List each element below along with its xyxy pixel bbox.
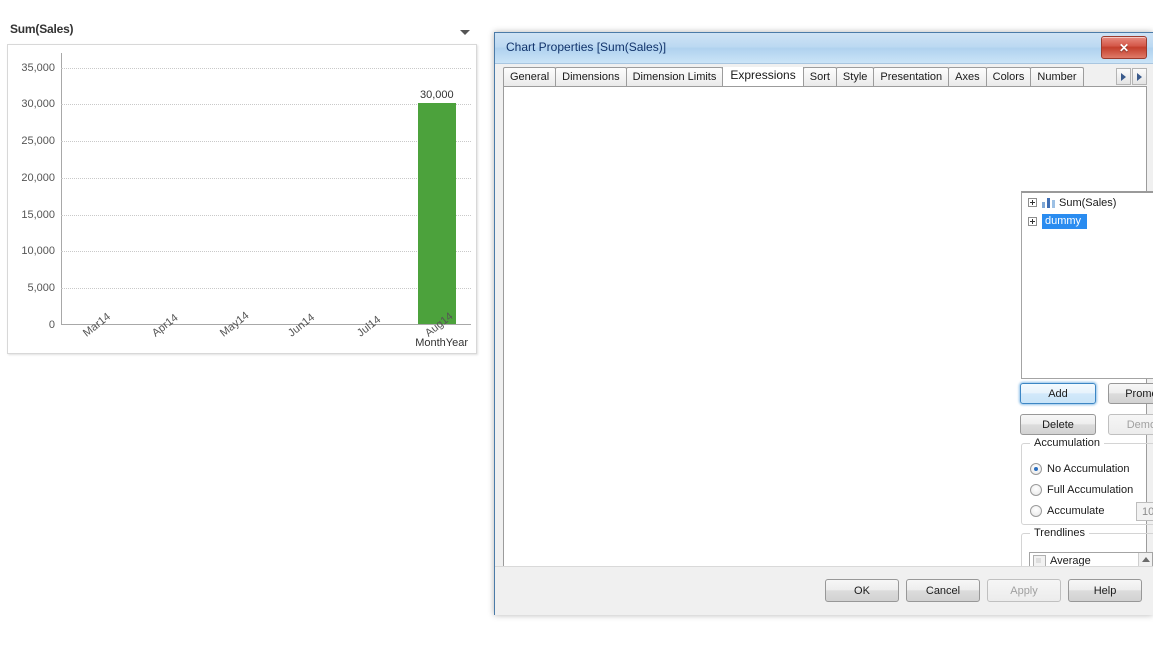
gridline bbox=[61, 288, 471, 290]
expand-icon[interactable] bbox=[1028, 198, 1037, 207]
tab-sort[interactable]: Sort bbox=[802, 67, 837, 86]
tab-scroll-left[interactable] bbox=[1116, 68, 1131, 85]
radio-full-accumulation[interactable]: Full Accumulation bbox=[1030, 484, 1133, 496]
chevron-left-icon bbox=[1121, 72, 1126, 81]
close-button[interactable]: ✕ bbox=[1101, 36, 1147, 59]
cancel-button[interactable]: Cancel bbox=[906, 579, 980, 602]
y-axis-tick-label: 35,000 bbox=[21, 61, 55, 74]
accumulation-title: Accumulation bbox=[1030, 437, 1105, 449]
expression-item-label: dummy bbox=[1042, 214, 1088, 229]
expression-item[interactable]: dummy bbox=[1022, 212, 1153, 231]
expression-item-label: Sum(Sales) bbox=[1059, 196, 1117, 209]
radio-label: Accumulate bbox=[1047, 505, 1105, 517]
apply-button[interactable]: Apply bbox=[987, 579, 1061, 602]
y-axis-tick-label: 20,000 bbox=[21, 171, 55, 184]
close-icon: ✕ bbox=[1118, 40, 1130, 55]
x-axis-line bbox=[61, 324, 471, 325]
help-button[interactable]: Help bbox=[1068, 579, 1142, 602]
y-axis-line bbox=[61, 53, 62, 325]
dialog-titlebar[interactable]: Chart Properties [Sum(Sales)] ✕ bbox=[495, 33, 1153, 64]
tabstrip: General Dimensions Dimension Limits Express… bbox=[503, 67, 1147, 105]
tab-number[interactable]: Number bbox=[1030, 67, 1084, 86]
x-axis-tick-label: Jul14 bbox=[354, 313, 383, 340]
y-axis-tick-label: 15,000 bbox=[21, 208, 55, 221]
expand-icon[interactable] bbox=[1028, 217, 1037, 226]
tab-presentation[interactable]: Presentation bbox=[873, 67, 950, 86]
y-axis-tick-label: 25,000 bbox=[21, 135, 55, 148]
radio-circle bbox=[1030, 463, 1042, 475]
tab-axes[interactable]: Axes bbox=[948, 67, 987, 86]
tab-dimensions[interactable]: Dimensions bbox=[555, 67, 627, 86]
chart-title: Sum(Sales) bbox=[10, 22, 74, 36]
tab-dimension-limits[interactable]: Dimension Limits bbox=[625, 67, 724, 86]
delete-button[interactable]: Delete bbox=[1020, 414, 1096, 435]
gridline bbox=[61, 141, 471, 143]
chart-properties-dialog: Chart Properties [Sum(Sales)] ✕ General D… bbox=[494, 32, 1153, 615]
bar-chart-icon bbox=[1042, 197, 1055, 208]
radio-no-accumulation[interactable]: No Accumulation bbox=[1030, 463, 1130, 475]
x-axis-tick-label: Jun14 bbox=[286, 311, 318, 340]
scroll-up-icon[interactable] bbox=[1141, 557, 1150, 562]
tab-style[interactable]: Style bbox=[835, 67, 875, 86]
chevron-right-icon bbox=[1137, 72, 1142, 81]
y-axis-tick-label: 30,000 bbox=[21, 98, 55, 111]
chart-frame: 0 5,000 10,000 15,000 20,000 25,000 30,000 35,0… bbox=[7, 44, 477, 354]
gridline bbox=[61, 177, 471, 179]
radio-label: No Accumulation bbox=[1047, 463, 1130, 475]
y-axis-tick-label: 5,000 bbox=[27, 282, 55, 295]
radio-label: Full Accumulation bbox=[1047, 484, 1134, 496]
tab-general[interactable]: General bbox=[503, 67, 557, 86]
dialog-title: Chart Properties [Sum(Sales)] bbox=[506, 40, 667, 54]
add-button[interactable]: Add bbox=[1020, 383, 1096, 404]
dialog-footer: OK Cancel Apply Help bbox=[495, 566, 1153, 615]
x-axis-title: MonthYear bbox=[415, 337, 468, 349]
expression-item[interactable]: Sum(Sales) bbox=[1022, 193, 1153, 212]
gridline bbox=[61, 214, 471, 216]
radio-circle bbox=[1030, 505, 1042, 517]
x-axis-tick-label: Apr14 bbox=[149, 311, 181, 340]
expression-list[interactable]: Sum(Sales) dummy bbox=[1021, 191, 1153, 379]
bar-value-label: 30,000 bbox=[420, 89, 454, 102]
tab-colors[interactable]: Colors bbox=[985, 67, 1032, 86]
bar[interactable] bbox=[418, 103, 456, 324]
radio-accumulate[interactable]: Accumulate bbox=[1030, 505, 1104, 517]
gridline bbox=[61, 67, 471, 69]
ok-button[interactable]: OK bbox=[825, 579, 899, 602]
promote-button[interactable]: Promote bbox=[1108, 383, 1153, 404]
y-axis-tick-label: 10,000 bbox=[21, 245, 55, 258]
steps-back-input[interactable]: 10 bbox=[1136, 502, 1153, 521]
y-axis-tick-label: 0 bbox=[48, 319, 55, 331]
tab-expressions[interactable]: Expressions bbox=[722, 67, 804, 86]
radio-circle bbox=[1030, 484, 1042, 496]
chart-panel: Sum(Sales) 0 5,000 10,000 15,000 20,000 25,00… bbox=[0, 22, 484, 357]
demote-button[interactable]: Demote bbox=[1108, 414, 1153, 435]
x-axis-tick-label: Mar14 bbox=[81, 310, 114, 340]
plot-area: 0 5,000 10,000 15,000 20,000 25,000 30,000 35,0… bbox=[21, 53, 471, 339]
expressions-tab-page: Sum(Sales)dummy Add Promote Group Delete… bbox=[503, 86, 1153, 611]
gridline bbox=[61, 104, 471, 106]
trendlines-title: Trendlines bbox=[1030, 527, 1089, 539]
gridline bbox=[61, 251, 471, 253]
chevron-down-icon[interactable] bbox=[460, 30, 470, 35]
tab-scroll-right[interactable] bbox=[1132, 68, 1147, 85]
